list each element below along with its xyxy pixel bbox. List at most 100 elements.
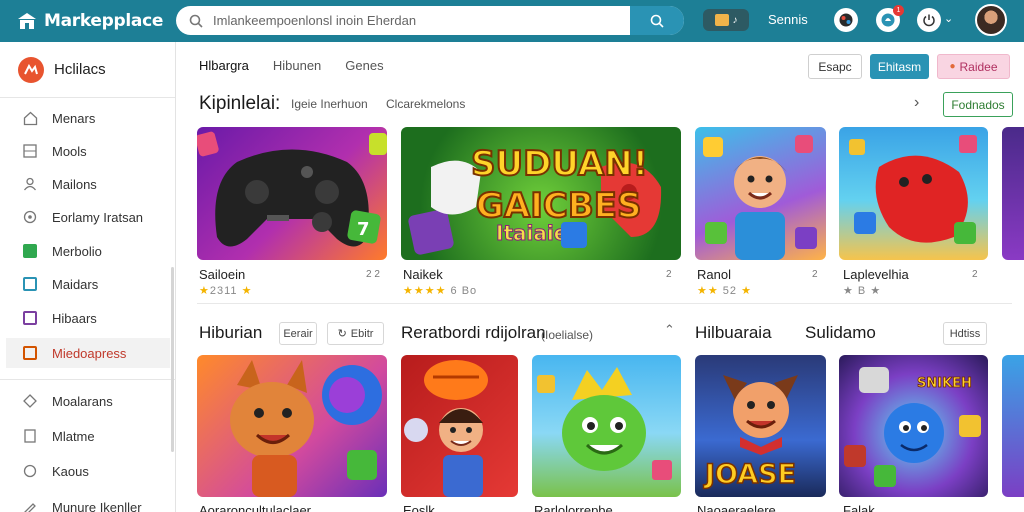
sidebar-item-kaous[interactable]: Kaous <box>0 456 170 486</box>
sidebar-item-merbolio[interactable]: Merbolio <box>0 236 170 266</box>
search-input[interactable] <box>213 13 633 28</box>
sidebar-item-moalarans[interactable]: Moalarans <box>0 386 170 416</box>
character-art <box>849 135 977 244</box>
chevron-up-icon[interactable]: ⌃ <box>664 322 675 338</box>
sidebar-item-label: Kaous <box>52 463 89 479</box>
bell-icon <box>881 13 895 27</box>
file-icon <box>22 428 38 444</box>
gamepad-icon: 7 <box>197 131 387 247</box>
game-title[interactable]: Ranol <box>697 267 731 282</box>
section-action-button[interactable]: Fodnados <box>943 92 1013 117</box>
sidebar-item-menars[interactable]: Menars <box>0 103 170 133</box>
game-thumbnail-partial[interactable] <box>1002 127 1024 260</box>
heart-icon: ● <box>949 61 956 72</box>
globe-icon <box>839 13 853 27</box>
brand-title: Markepplace <box>44 11 164 31</box>
game-title[interactable]: Laplevelhia <box>843 267 909 282</box>
game-title[interactable]: Falak <box>843 503 875 512</box>
game-meta: 2 <box>972 269 978 280</box>
orange-square-icon <box>22 345 38 361</box>
rating-stars: ★ B ★ <box>843 285 882 297</box>
sidebar-item-label: Merbolio <box>52 243 102 259</box>
character-art <box>537 367 672 480</box>
sidebar-item-maidars[interactable]: Maidars <box>0 269 170 299</box>
home-outline-icon <box>22 110 38 126</box>
game-title[interactable]: Sailoein <box>199 267 245 282</box>
sidebar-item-mools[interactable]: Mools <box>0 136 170 166</box>
section-button[interactable]: Hdtiss <box>943 322 987 345</box>
sidebar-item-label: Miedoapress <box>52 345 127 361</box>
tab-hibunen[interactable]: Hibunen <box>273 58 321 73</box>
tab-hlbargra[interactable]: Hlbargra <box>199 58 249 73</box>
main-tabs: Hlbargra Hibunen Genes <box>199 58 384 73</box>
search-bar <box>176 6 684 35</box>
search-button[interactable] <box>630 6 684 35</box>
toggle-pill[interactable]: ♪ <box>703 9 749 31</box>
rating-stars: ★★★★ 6 Bo <box>403 285 478 297</box>
sidebar-item-munure[interactable]: Munure Ikenller <box>0 492 170 512</box>
sidebar-scrollbar[interactable] <box>171 267 174 452</box>
notifications-button[interactable]: 1 <box>876 5 904 32</box>
avatar[interactable] <box>975 4 1007 36</box>
primary-button[interactable]: Ehitasm <box>870 54 929 79</box>
tab-genes[interactable]: Genes <box>345 58 383 73</box>
sidebar-item-label: Mlatme <box>52 428 95 444</box>
game-thumbnail[interactable] <box>695 127 826 260</box>
user-icon <box>22 176 38 192</box>
game-title[interactable]: Naikek <box>403 267 443 282</box>
sidebar-item-eorlamy[interactable]: Eorlamy Iratsan <box>0 202 170 232</box>
globe-button[interactable] <box>834 8 858 32</box>
game-thumbnail[interactable] <box>532 355 681 497</box>
game-thumbnail[interactable] <box>197 355 387 497</box>
sidebar-item-label: Munure Ikenller <box>52 499 142 512</box>
grid-icon <box>22 143 38 159</box>
game-title[interactable]: Eoslk <box>403 503 435 512</box>
search-icon <box>189 14 203 28</box>
green-square-icon <box>22 243 38 259</box>
game-meta: 2 <box>666 269 672 280</box>
game-thumbnail[interactable]: JOASE <box>695 355 826 497</box>
wallet-icon <box>714 14 729 26</box>
filter-chip[interactable]: Clcarekmelons <box>386 97 465 111</box>
user-outline-icon <box>22 463 38 479</box>
game-title[interactable]: Rarlolorrepbe <box>534 503 613 512</box>
refresh-icon: ↻ <box>337 328 347 340</box>
top-bar: Markepplace ♪ Sennis 1 <box>0 0 1024 42</box>
sidebar-header[interactable]: Hclilacs <box>0 42 175 98</box>
pink-button[interactable]: ● Raidee <box>937 54 1010 79</box>
chevron-down-icon[interactable]: ⌄ <box>944 12 953 25</box>
game-thumbnail[interactable]: SNIKEH <box>839 355 988 497</box>
character-art: JOASE <box>702 375 798 491</box>
game-meta: 2 2 <box>366 269 380 280</box>
featured-title-line1: SUDUAN! <box>471 144 648 184</box>
diamond-icon <box>22 393 38 409</box>
sidebar-item-label: Mailons <box>52 176 97 192</box>
sidebar-item-mlatme[interactable]: Mlatme <box>0 421 170 451</box>
account-text[interactable]: Sennis <box>768 12 808 27</box>
sidebar-item-mailons[interactable]: Mailons <box>0 169 170 199</box>
sidebar-item-label: Mools <box>52 143 87 159</box>
card-art-label: SNIKEH <box>917 376 972 391</box>
chevron-right-icon[interactable]: › <box>914 94 919 112</box>
game-title[interactable]: Naoaeraelere <box>697 503 776 512</box>
game-title[interactable]: Aoraroncultulaclaer <box>199 503 311 512</box>
sidebar-item-miedoapress[interactable]: Miedoapress <box>6 338 170 368</box>
game-thumbnail-partial[interactable] <box>1002 355 1024 497</box>
featured-game-thumbnail[interactable]: SUDUAN! GAICBES Itaiaie <box>401 127 681 260</box>
featured-title-line3: Itaiaie <box>496 221 567 245</box>
game-thumbnail[interactable]: 7 <box>197 127 387 260</box>
game-thumbnail[interactable] <box>839 127 988 260</box>
brand[interactable]: Markepplace <box>16 11 176 31</box>
sound-icon: ♪ <box>732 14 738 26</box>
settings-icon <box>22 209 38 225</box>
game-thumbnail[interactable] <box>401 355 518 497</box>
power-button[interactable] <box>917 8 941 32</box>
secondary-button[interactable]: Esapc <box>808 54 862 79</box>
filter-chip[interactable]: Igeie Inerhuon <box>291 97 368 111</box>
sidebar: Hclilacs Menars Mools Mailons Eorlamy Ir… <box>0 42 176 512</box>
sidebar-item-hibaars[interactable]: Hibaars <box>0 303 170 333</box>
section-subtitle: (Ioelialse) <box>541 328 594 342</box>
section-button[interactable]: Eerair <box>279 322 317 345</box>
section-button[interactable]: ↻ Ebitr <box>327 322 384 345</box>
store-icon <box>18 13 36 29</box>
